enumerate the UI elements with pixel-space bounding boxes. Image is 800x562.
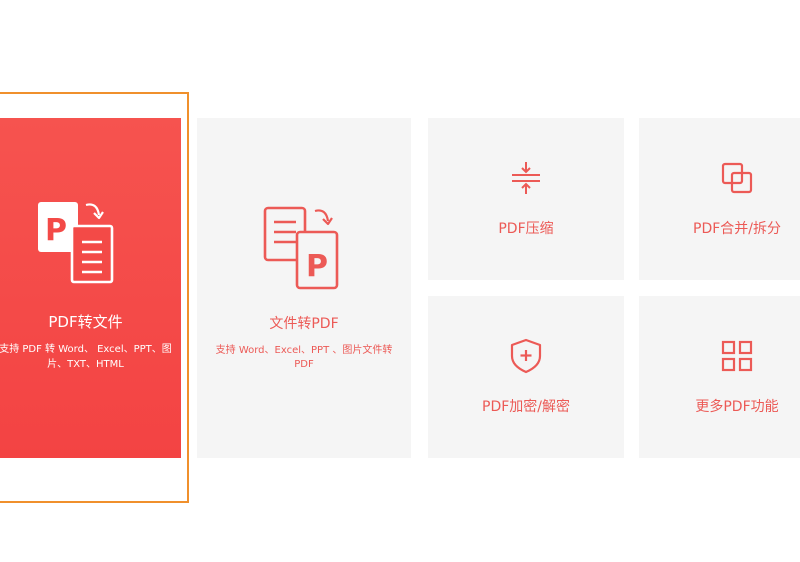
compress-icon <box>508 160 544 196</box>
pdf-to-file-title: PDF转文件 <box>48 313 123 331</box>
pdf-to-file-description: 支持 PDF 转 Word、 Excel、PPT、图片、TXT、HTML <box>0 344 172 370</box>
shield-plus-icon <box>508 338 544 374</box>
file-to-pdf-description: 支持 Word、Excel、PPT 、图片文件转 PDF <box>215 345 393 370</box>
pdf-tools-panel: P PDF转文件 支持 PDF 转 Word、 Excel、PPT、图片、TXT… <box>0 0 800 562</box>
pdf-encrypt-title: PDF加密/解密 <box>482 399 570 415</box>
grid-icon <box>719 338 755 374</box>
pdf-compress-card[interactable]: PDF压缩 <box>428 118 624 280</box>
merge-split-icon <box>719 160 755 196</box>
pdf-encrypt-card[interactable]: PDF加密/解密 <box>428 296 624 458</box>
file-to-pdf-icon: P <box>261 204 351 294</box>
more-pdf-features-card[interactable]: 更多PDF功能 <box>639 296 800 458</box>
file-to-pdf-title: 文件转PDF <box>269 316 339 332</box>
pdf-to-file-icon: P <box>36 198 126 286</box>
pdf-merge-split-card[interactable]: PDF合并/拆分 <box>639 118 800 280</box>
file-to-pdf-card[interactable]: P 文件转PDF 支持 Word、Excel、PPT 、图片文件转 PDF <box>197 118 411 458</box>
svg-text:P: P <box>306 249 328 284</box>
pdf-merge-split-title: PDF合并/拆分 <box>693 221 781 237</box>
more-pdf-features-title: 更多PDF功能 <box>695 399 779 415</box>
svg-text:P: P <box>45 213 67 248</box>
pdf-to-file-card[interactable]: P PDF转文件 支持 PDF 转 Word、 Excel、PPT、图片、TXT… <box>0 118 181 458</box>
pdf-compress-title: PDF压缩 <box>498 221 554 237</box>
